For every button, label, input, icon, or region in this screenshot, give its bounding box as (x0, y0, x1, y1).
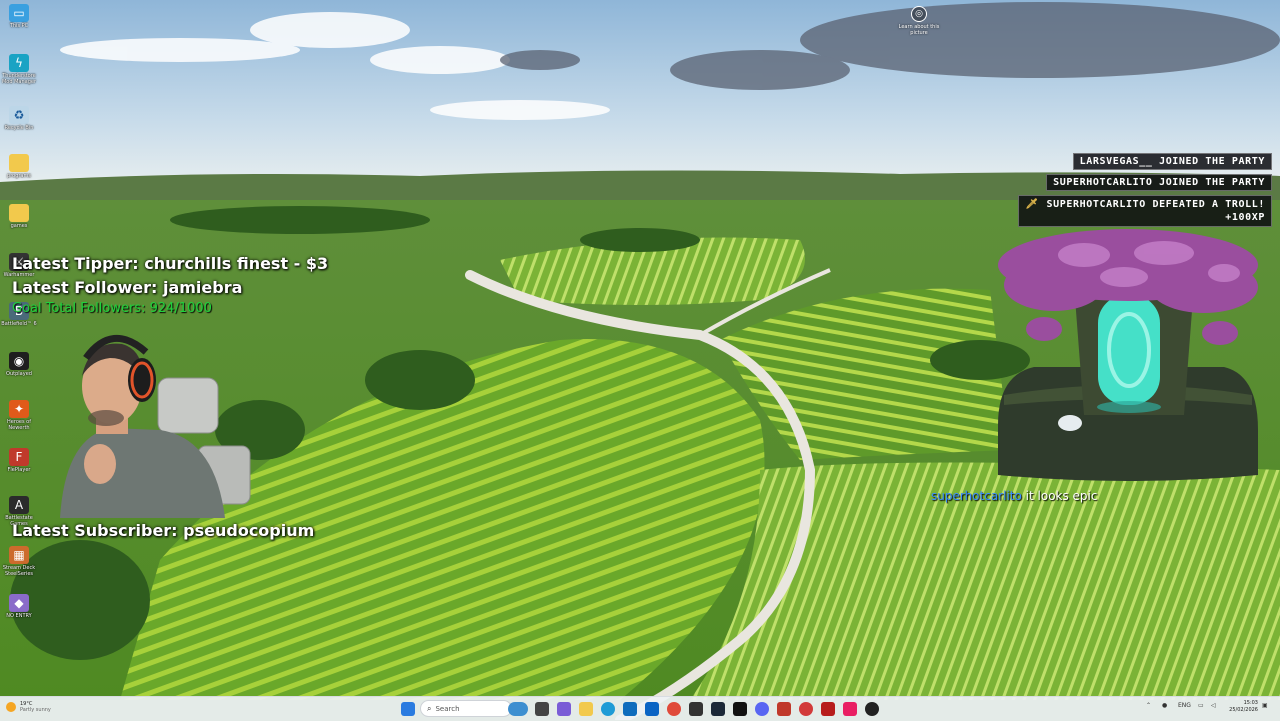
learn-about-picture-label: Learn about this picture (898, 24, 940, 36)
latest-follower: Latest Follower: jamiebra (12, 278, 243, 297)
chat-message: superhotcarlito it looks epic (931, 489, 1097, 503)
notification-xp: +100XP (1225, 212, 1265, 223)
text-app-icon[interactable] (821, 702, 835, 716)
monitor-icon: ▭ (9, 4, 29, 22)
epic-games-icon[interactable] (733, 702, 747, 716)
heroes-icon: ✦ (9, 400, 29, 418)
desktop-icon-label: Outplayed (6, 371, 32, 377)
desktop-icon-label: This PC (9, 23, 29, 29)
recycle-bin-icon: ♻ (9, 106, 29, 124)
copilot-icon[interactable] (508, 702, 528, 716)
task-view-icon[interactable] (535, 702, 549, 716)
desktop-icon-this-pc[interactable]: ▭ This PC (2, 4, 36, 29)
file-explorer-icon[interactable] (579, 702, 593, 716)
desktop-icon-recycle-bin[interactable]: ♻ Recycle Bin (2, 106, 36, 131)
desktop-icon-games[interactable]: games (2, 204, 36, 229)
steam-icon[interactable] (711, 702, 725, 716)
clock-date: 25/02/2026 (1229, 707, 1258, 713)
discord-icon[interactable] (755, 702, 769, 716)
desktop-icon-label: FlePlayer (7, 467, 31, 473)
desktop-icon-label: programs (7, 173, 31, 179)
desktop-icon-programs[interactable]: programs (2, 154, 36, 179)
follower-goal: Goal Total Followers: 924/1000 (12, 301, 212, 316)
obs-icon[interactable] (689, 702, 703, 716)
notifications-icon[interactable]: ▣ (1262, 702, 1268, 709)
weather-widget[interactable]: 19°C Partly sunny (6, 701, 51, 713)
record-icon[interactable] (799, 702, 813, 716)
chat-text: it looks epic (1021, 489, 1098, 503)
learn-about-picture-button[interactable]: ◎ Learn about this picture (898, 6, 940, 36)
outlook-icon[interactable] (645, 702, 659, 716)
desktop-icon-flashplayer[interactable]: F FlePlayer (2, 448, 36, 473)
language-indicator[interactable]: ENG (1178, 702, 1191, 709)
tray-overflow-icon[interactable]: ⌃ (1146, 702, 1151, 709)
latest-tipper: Latest Tipper: churchills finest - $3 (12, 254, 329, 273)
notification-text: SUPERHOTCARLITO JOINED THE PARTY (1053, 177, 1265, 188)
app-icon[interactable] (777, 702, 791, 716)
webcam-feed (60, 334, 251, 518)
camera-icon: ◎ (911, 6, 927, 22)
microphone-icon[interactable]: ● (1162, 702, 1167, 709)
taskbar-search[interactable]: ⌕ Search (420, 700, 512, 717)
volume-icon[interactable]: ◁ (1211, 702, 1216, 709)
clock-time: 15:03 (1243, 700, 1258, 706)
desktop-icon-streamdeck[interactable]: ▦ Stream Deck SteelSeries (2, 546, 36, 577)
desktop-icon-outplayed[interactable]: ◉ Outplayed (2, 352, 36, 377)
party-game-widget (998, 229, 1258, 481)
party-notification: SUPERHOTCARLITO JOINED THE PARTY (1046, 174, 1272, 191)
search-icon: ⌕ (427, 703, 432, 713)
game-cover-icon: ◆ (9, 594, 29, 612)
desktop-icon-label: Battlefield™ 6 (1, 321, 37, 327)
taskbar-clock[interactable]: 15:03 25/02/2026 (1229, 700, 1258, 714)
desktop-icon-heroes-of-newerth[interactable]: ✦ Heroes of Newerth (2, 400, 36, 431)
notification-text: LARSVEGAS__ JOINED THE PARTY (1079, 156, 1265, 167)
flashplayer-icon: F (9, 448, 29, 466)
search-placeholder: Search (435, 704, 460, 713)
party-notification-defeat: 🗡 SUPERHOTCARLITO DEFEATED A TROLL! +100… (1018, 195, 1272, 227)
chrome-icon[interactable] (667, 702, 681, 716)
desktop-icon-label: NO ENTRY (6, 613, 32, 619)
party-notification: LARSVEGAS__ JOINED THE PARTY (1072, 153, 1272, 170)
edge-icon[interactable] (601, 702, 615, 716)
battlestate-icon: A (9, 496, 29, 514)
tiktok-icon[interactable] (843, 702, 857, 716)
notification-text: SUPERHOTCARLITO DEFEATED A TROLL! (1046, 199, 1265, 210)
desktop-icon-thunderstore[interactable]: ϟ Thunderstore Mod Manager (2, 54, 36, 85)
thunderstore-icon: ϟ (9, 54, 29, 72)
sword-icon: 🗡 (1025, 199, 1039, 210)
taskbar: 19°C Partly sunny ⌕ Search ⌃ ● ENG ▭ ◁ 1… (0, 696, 1280, 721)
desktop-icon-label: Thunderstore Mod Manager (1, 73, 37, 85)
desktop-icon-label: Recycle Bin (4, 125, 34, 131)
folder-icon (9, 154, 29, 172)
streamdeck-icon: ▦ (9, 546, 29, 564)
weather-sun-icon (6, 702, 16, 712)
latest-subscriber: Latest Subscriber: pseudocopium (12, 521, 315, 540)
desktop-icon-label: Stream Deck SteelSeries (2, 565, 36, 577)
outplayed-icon: ◉ (9, 352, 29, 370)
desktop-icon-label: Heroes of Newerth (7, 419, 31, 431)
widgets-icon[interactable] (557, 702, 571, 716)
folder-icon (9, 204, 29, 222)
store-icon[interactable] (623, 702, 637, 716)
weather-desc: Partly sunny (20, 707, 51, 713)
chat-username: superhotcarlito (931, 489, 1022, 503)
desktop-icon-label: games (10, 223, 28, 229)
start-button[interactable] (401, 702, 415, 716)
desktop-icon-no-entry[interactable]: ◆ NO ENTRY (2, 594, 36, 619)
media-player-icon[interactable] (865, 702, 879, 716)
network-icon[interactable]: ▭ (1198, 702, 1204, 709)
